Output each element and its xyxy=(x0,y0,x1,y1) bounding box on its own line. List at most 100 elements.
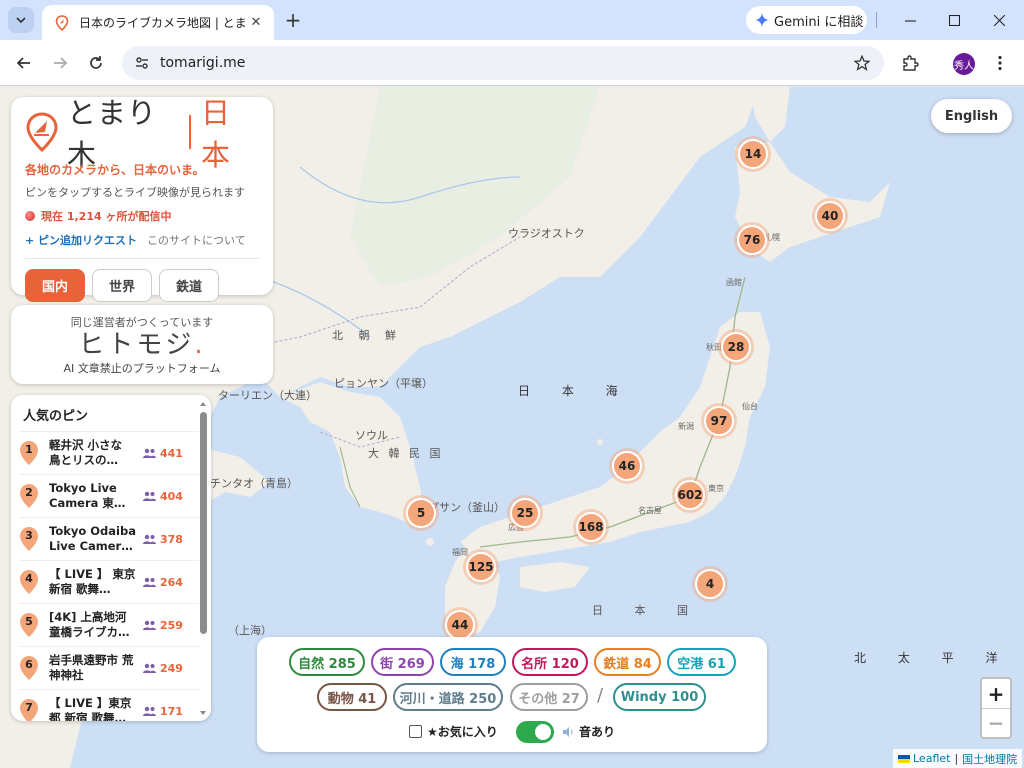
viewer-count: 171 xyxy=(143,705,183,718)
map-attribution: Leaflet | 国土地理院 xyxy=(893,749,1023,768)
maximize-icon[interactable] xyxy=(932,6,976,34)
rank-pin-icon: 7 xyxy=(19,698,39,721)
map-cluster-marker[interactable]: 25 xyxy=(510,498,540,528)
category-chip[interactable]: 空港 61 xyxy=(667,648,736,676)
popular-pin-name: 【 LIVE 】 東京 新宿 歌舞… xyxy=(49,567,136,596)
rank-pin-icon: 2 xyxy=(19,483,39,509)
reload-icon[interactable] xyxy=(82,49,110,77)
hitomoji-promo-card[interactable]: 同じ運営者がつくっています ヒトモジ. AI 文章禁止のプラットフォーム xyxy=(11,305,273,384)
favorites-filter[interactable]: ★お気に入り xyxy=(409,723,498,740)
category-chip[interactable]: 動物 41 xyxy=(317,683,387,711)
map-cluster-marker[interactable]: 40 xyxy=(815,201,845,231)
mode-button-domestic[interactable]: 国内 xyxy=(25,269,85,302)
map-label-sea-of-japan: 日 本 海 xyxy=(518,384,632,398)
category-chip[interactable]: その他 27 xyxy=(510,683,588,711)
category-chip[interactable]: 自然 285 xyxy=(289,648,365,676)
category-chip[interactable]: 河川・道路 250 xyxy=(393,683,503,711)
attribution-separator: | xyxy=(954,752,959,765)
mode-button-railway[interactable]: 鉄道 xyxy=(159,269,219,302)
about-site-link[interactable]: このサイトについて xyxy=(147,232,246,248)
tab-title: 日本のライブカメラ地図 | とまり木 xyxy=(79,16,246,30)
map-cluster-marker[interactable]: 14 xyxy=(738,139,768,169)
tab-search-button[interactable] xyxy=(8,7,34,33)
zoom-in-button[interactable]: + xyxy=(982,679,1010,708)
popular-pin-item[interactable]: 7 【 LIVE 】東京 都 新宿 歌舞… 171 xyxy=(19,689,199,721)
viewer-count-value: 378 xyxy=(160,532,183,546)
close-window-icon[interactable] xyxy=(977,6,1021,34)
viewer-count: 441 xyxy=(143,447,183,460)
category-chip[interactable]: 鉄道 84 xyxy=(594,648,661,676)
map-label-akita: 秋田 xyxy=(706,343,722,352)
profile-avatar[interactable]: 秀人 xyxy=(953,53,975,75)
gemini-button[interactable]: Gemini に相談 xyxy=(746,6,867,34)
promo-top-text: 同じ運営者がつくっています xyxy=(70,316,214,329)
back-arrow-icon[interactable] xyxy=(10,49,38,77)
viewers-icon xyxy=(143,706,156,716)
browser-tab[interactable]: 日本のライブカメラ地図 | とまり木 ✕ xyxy=(42,5,274,40)
more-menu-icon[interactable] xyxy=(986,49,1014,77)
category-chip[interactable]: 名所 120 xyxy=(512,648,588,676)
map-cluster-marker[interactable]: 44 xyxy=(445,610,475,640)
popular-pin-item[interactable]: 5 [4K] 上高地河 童橋ライブカ… 259 xyxy=(19,603,199,646)
rank-pin-icon: 1 xyxy=(19,440,39,466)
favorites-checkbox[interactable] xyxy=(409,725,422,738)
sound-toggle[interactable] xyxy=(516,721,554,743)
live-status-text: 現在 1,214 ヶ所が配信中 xyxy=(41,210,172,223)
category-chip[interactable]: 海 178 xyxy=(440,648,506,676)
popular-scrollbar-thumb[interactable] xyxy=(200,412,207,634)
popular-pin-item[interactable]: 6 岩手県遠野市 荒神神社 249 xyxy=(19,646,199,689)
popular-pin-item[interactable]: 4 【 LIVE 】 東京 新宿 歌舞… 264 xyxy=(19,560,199,603)
link-row: + ピン追加リクエスト このサイトについて xyxy=(25,232,259,248)
forward-arrow-icon[interactable] xyxy=(46,49,74,77)
close-tab-icon[interactable]: ✕ xyxy=(246,13,266,33)
bookmark-star-icon[interactable] xyxy=(848,49,876,77)
category-chip[interactable]: Windy 100 xyxy=(613,683,706,711)
map-label-sendai: 仙台 xyxy=(742,402,758,411)
map-cluster-marker[interactable]: 125 xyxy=(466,552,496,582)
map-cluster-marker[interactable]: 97 xyxy=(704,406,734,436)
zoom-control: + − xyxy=(980,677,1012,739)
extensions-puzzle-icon[interactable] xyxy=(896,49,924,77)
map-cluster-marker[interactable]: 76 xyxy=(737,225,767,255)
map-cluster-marker[interactable]: 602 xyxy=(675,480,705,510)
address-bar[interactable]: tomarigi.me xyxy=(122,46,884,80)
viewer-count-value: 264 xyxy=(160,575,183,589)
viewer-count-value: 259 xyxy=(160,618,183,632)
popular-pin-item[interactable]: 3 Tokyo Odaiba Live Camer… 378 xyxy=(19,517,199,560)
popular-pin-item[interactable]: 2 Tokyo Live Camera 東… 404 xyxy=(19,474,199,517)
popular-pin-name: 岩手県遠野市 荒神神社 xyxy=(49,653,134,682)
viewer-count-value: 441 xyxy=(160,446,183,460)
rank-number: 3 xyxy=(25,529,33,542)
divider xyxy=(25,258,259,259)
english-language-button[interactable]: English xyxy=(931,99,1012,133)
rank-pin-icon: 3 xyxy=(19,526,39,552)
rank-pin-icon: 5 xyxy=(19,612,39,638)
viewer-count-value: 404 xyxy=(160,489,183,503)
popular-pin-name: Tokyo Odaiba Live Camer… xyxy=(49,524,136,553)
map-label-fukuoka: 福岡 xyxy=(452,548,468,557)
map-cluster-marker[interactable]: 168 xyxy=(576,512,606,542)
hitomoji-logo-dot: . xyxy=(194,330,206,360)
map-cluster-marker[interactable]: 46 xyxy=(612,451,642,481)
map-label-shanghai: （上海） xyxy=(228,624,272,637)
new-tab-icon[interactable]: + xyxy=(282,8,304,32)
popular-pin-name: 軽井沢 小さな 鳥とリスの… xyxy=(49,438,123,467)
category-chip[interactable]: 街 269 xyxy=(371,648,434,676)
gemini-label: Gemini に相談 xyxy=(774,14,864,30)
viewer-count: 378 xyxy=(143,533,183,546)
popular-pin-name: [4K] 上高地河 童橋ライブカ… xyxy=(49,610,130,639)
map-cluster-marker[interactable]: 4 xyxy=(695,569,725,599)
site-info-icon[interactable] xyxy=(130,51,154,75)
popular-pin-item[interactable]: 1 軽井沢 小さな 鳥とリスの… 441 xyxy=(19,431,199,474)
popular-pins-title: 人気のピン xyxy=(23,409,89,424)
map-cluster-marker[interactable]: 5 xyxy=(406,498,436,528)
logo-divider xyxy=(189,115,192,149)
add-pin-request-link[interactable]: + ピン追加リクエスト xyxy=(25,232,137,248)
minimize-icon[interactable] xyxy=(888,6,932,34)
map-label-taiyuan: ターリエン（大連） xyxy=(218,389,317,402)
zoom-out-button[interactable]: − xyxy=(982,708,1010,737)
gsi-link[interactable]: 国土地理院 xyxy=(962,751,1017,767)
leaflet-link[interactable]: Leaflet xyxy=(913,752,950,765)
map-cluster-marker[interactable]: 28 xyxy=(721,332,751,362)
mode-button-world[interactable]: 世界 xyxy=(92,269,152,302)
